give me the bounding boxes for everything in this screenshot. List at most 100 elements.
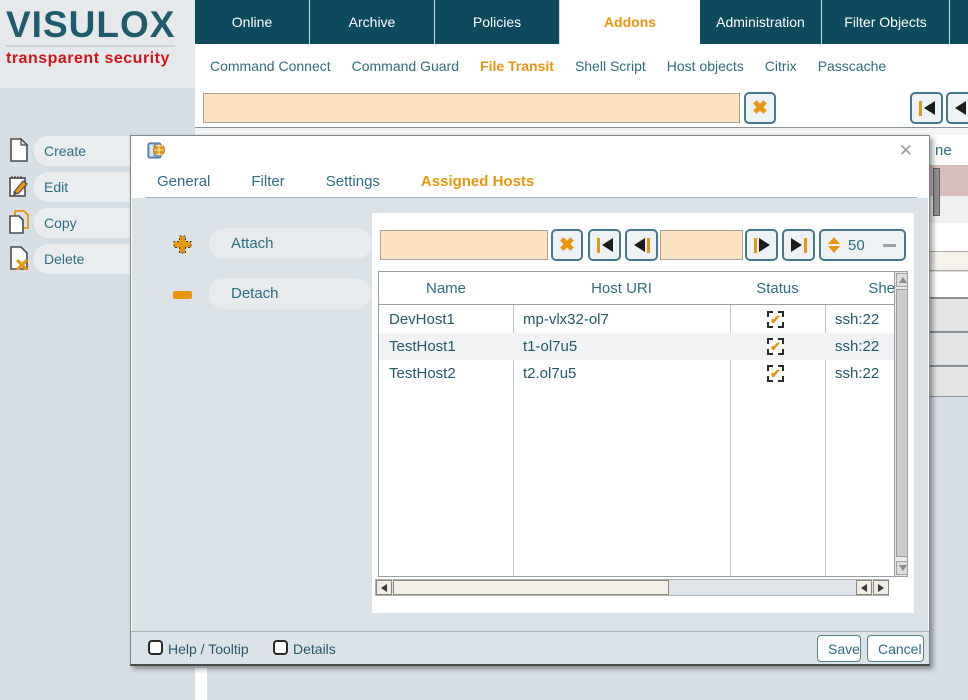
nav-tab-online[interactable]: Online bbox=[195, 0, 310, 44]
dialog-tab-settings[interactable]: Settings bbox=[326, 173, 380, 190]
sidebar-item-create[interactable]: Create bbox=[0, 136, 130, 166]
table-horizontal-scrollbar[interactable] bbox=[375, 579, 889, 596]
arrow-left-icon bbox=[602, 238, 613, 252]
subnav-shell-script[interactable]: Shell Script bbox=[575, 58, 646, 74]
table-vertical-scrollbar[interactable] bbox=[894, 272, 908, 576]
addons-sub-nav: Command Connect Command Guard File Trans… bbox=[195, 44, 968, 88]
previous-page-button[interactable] bbox=[625, 229, 658, 261]
new-document-icon bbox=[8, 138, 30, 162]
arrow-down-icon bbox=[899, 565, 907, 571]
scroll-right-button[interactable] bbox=[873, 580, 889, 595]
first-bar-icon bbox=[919, 101, 922, 116]
background-content-edge bbox=[195, 668, 207, 700]
subnav-citrix[interactable]: Citrix bbox=[765, 58, 797, 74]
table-row[interactable]: DevHost1 mp-vlx32-ol7 ✔ ssh:22 bbox=[379, 306, 895, 333]
plus-icon bbox=[173, 235, 192, 254]
detach-button[interactable]: Detach bbox=[209, 278, 371, 309]
dialog-tab-general[interactable]: General bbox=[157, 173, 210, 190]
checked-icon: ✔ bbox=[770, 340, 781, 353]
nav-tab-archive[interactable]: Archive bbox=[310, 0, 435, 44]
assigned-hosts-table: Name Host URI Status Shell DevHost1 mp-v… bbox=[378, 271, 908, 577]
help-tooltip-label: Help / Tooltip bbox=[168, 641, 249, 657]
nav-tab-addons[interactable]: Addons bbox=[560, 0, 700, 44]
arrow-right-icon bbox=[791, 238, 802, 252]
nav-tab-policies[interactable]: Policies bbox=[435, 0, 560, 44]
status-checkbox[interactable]: ✔ bbox=[767, 365, 784, 382]
cancel-button[interactable]: Cancel bbox=[867, 635, 924, 662]
first-page-button[interactable] bbox=[588, 229, 621, 261]
page-first-page-button[interactable] bbox=[910, 92, 943, 124]
next-bar-icon bbox=[754, 238, 757, 253]
subnav-command-guard[interactable]: Command Guard bbox=[352, 58, 459, 74]
subnav-command-connect[interactable]: Command Connect bbox=[210, 58, 331, 74]
delete-button[interactable]: Delete bbox=[34, 244, 130, 274]
attach-button[interactable]: Attach bbox=[209, 228, 371, 259]
hosts-table-panel: ✖ bbox=[372, 213, 914, 613]
dialog-titlebar: ✕ bbox=[131, 136, 929, 166]
dialog-footer: Help / Tooltip Details Save Cancel bbox=[131, 631, 929, 664]
page-filter-clear-button[interactable]: ✖ bbox=[744, 92, 776, 124]
edit-button[interactable]: Edit bbox=[34, 172, 130, 202]
sort-updown-icon bbox=[828, 237, 840, 253]
table-row[interactable]: TestHost2 t2.ol7u5 ✔ ssh:22 bbox=[379, 360, 895, 387]
dialog-app-icon bbox=[147, 141, 166, 160]
delete-document-icon bbox=[8, 246, 30, 270]
sidebar-item-delete[interactable]: Delete bbox=[0, 244, 130, 274]
column-header-status[interactable]: Status bbox=[730, 272, 825, 305]
subnav-passcache[interactable]: Passcache bbox=[818, 58, 886, 74]
background-window-strip: ne bbox=[930, 135, 968, 700]
background-partial-text: ne bbox=[935, 142, 952, 159]
column-header-host-uri[interactable]: Host URI bbox=[513, 272, 730, 305]
clear-icon: ✖ bbox=[752, 99, 768, 118]
clear-icon: ✖ bbox=[559, 236, 575, 255]
hosts-filter-input[interactable] bbox=[380, 230, 548, 260]
arrow-left-icon bbox=[634, 238, 645, 252]
brand-logo: VISULOX transparent security bbox=[0, 0, 195, 88]
page-filter-bar: ✖ bbox=[195, 88, 968, 127]
scroll-up-button[interactable] bbox=[896, 273, 908, 287]
arrow-up-icon bbox=[899, 277, 907, 283]
last-page-button[interactable] bbox=[782, 229, 815, 261]
dialog-tab-assigned-hosts[interactable]: Assigned Hosts bbox=[421, 173, 534, 190]
page-size-select[interactable]: 50 bbox=[819, 229, 906, 261]
scroll-down-button[interactable] bbox=[896, 561, 908, 575]
first-bar-icon bbox=[597, 238, 600, 253]
subnav-host-objects[interactable]: Host objects bbox=[667, 58, 744, 74]
nav-tab-filter-objects[interactable]: Filter Objects bbox=[822, 0, 950, 44]
dialog-tabs: General Filter Settings Assigned Hosts bbox=[131, 166, 929, 197]
horizontal-scroll-thumb[interactable] bbox=[393, 580, 669, 595]
next-page-button[interactable] bbox=[745, 229, 778, 261]
status-checkbox[interactable]: ✔ bbox=[767, 338, 784, 355]
vertical-scroll-thumb[interactable] bbox=[896, 289, 908, 557]
table-row[interactable]: TestHost1 t1-ol7u5 ✔ ssh:22 bbox=[379, 333, 895, 360]
column-header-name[interactable]: Name bbox=[379, 272, 513, 305]
page-previous-page-button[interactable] bbox=[946, 92, 968, 124]
copy-button[interactable]: Copy bbox=[34, 208, 130, 238]
scroll-left-button[interactable] bbox=[376, 580, 392, 595]
dialog-tab-filter[interactable]: Filter bbox=[251, 173, 284, 190]
sidebar-item-copy[interactable]: Copy bbox=[0, 208, 130, 238]
save-button[interactable]: Save bbox=[817, 635, 861, 662]
edit-document-icon bbox=[8, 174, 30, 198]
scroll-left-button-right[interactable] bbox=[856, 580, 872, 595]
arrow-right-icon bbox=[759, 238, 770, 252]
nav-tab-administration[interactable]: Administration bbox=[700, 0, 822, 44]
page-filter-input[interactable] bbox=[203, 93, 740, 123]
page-number-input[interactable] bbox=[660, 230, 743, 260]
background-scrollbar-thumb bbox=[933, 168, 940, 216]
sidebar-item-edit[interactable]: Edit bbox=[0, 172, 130, 202]
actions-sidebar: Create Edit Copy Delete bbox=[0, 135, 130, 700]
copy-document-icon bbox=[8, 210, 30, 234]
help-tooltip-checkbox[interactable] bbox=[148, 640, 163, 655]
prev-bar-icon bbox=[647, 238, 650, 253]
details-checkbox[interactable] bbox=[273, 640, 288, 655]
subnav-file-transit[interactable]: File Transit bbox=[480, 58, 554, 74]
status-checkbox[interactable]: ✔ bbox=[767, 311, 784, 328]
checked-icon: ✔ bbox=[770, 367, 781, 380]
arrow-left-icon bbox=[861, 584, 867, 592]
arrow-right-icon bbox=[878, 584, 884, 592]
create-button[interactable]: Create bbox=[34, 136, 130, 166]
table-header-row: Name Host URI Status Shell bbox=[379, 272, 907, 305]
dialog-close-icon[interactable]: ✕ bbox=[899, 142, 913, 159]
hosts-filter-clear-button[interactable]: ✖ bbox=[551, 229, 583, 261]
